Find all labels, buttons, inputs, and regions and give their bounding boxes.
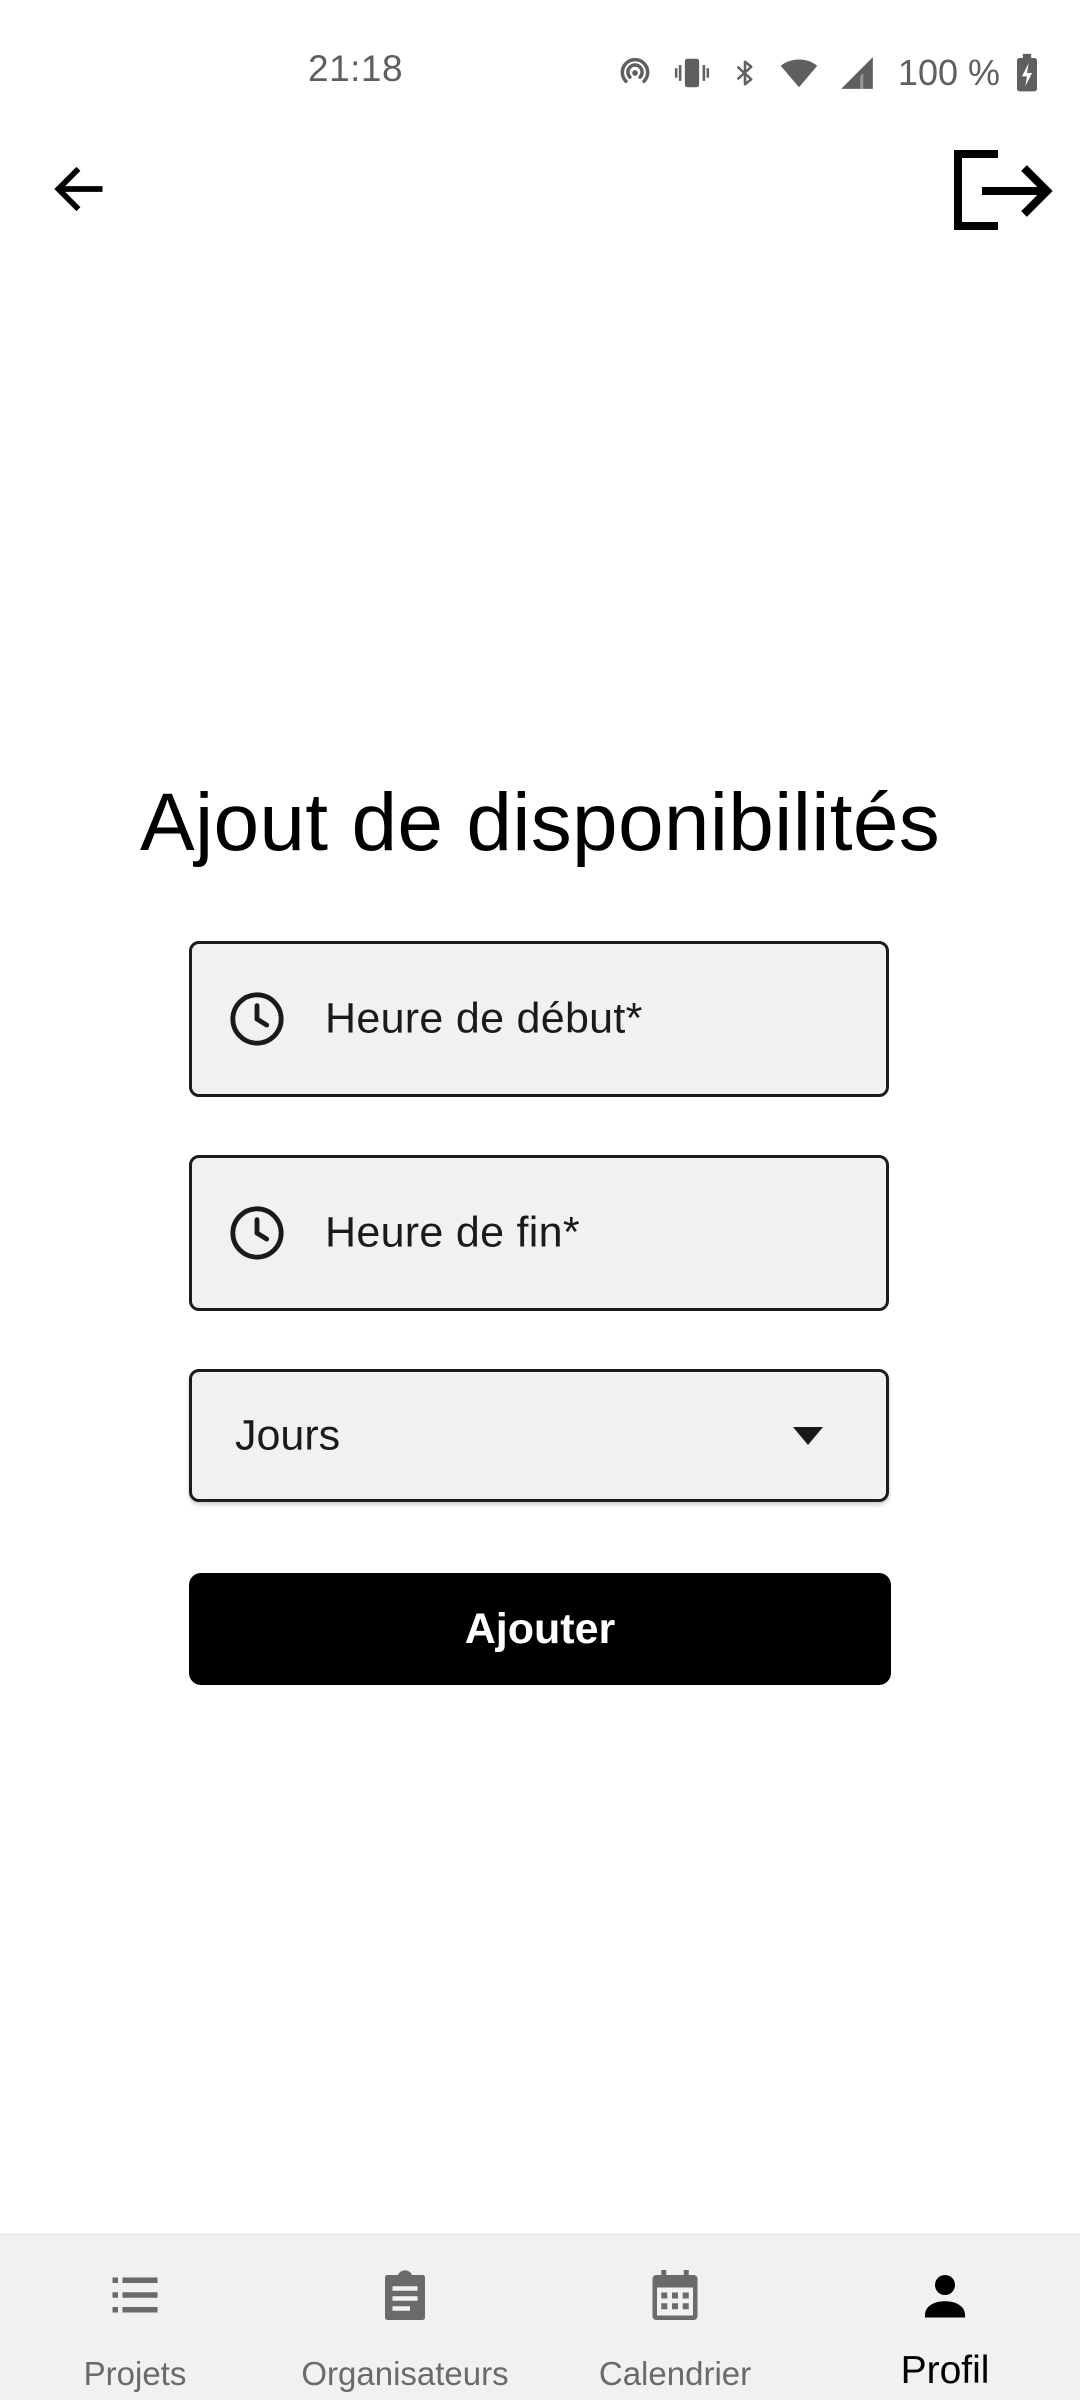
back-button[interactable] bbox=[48, 158, 110, 220]
days-select[interactable]: Jours bbox=[189, 1369, 889, 1502]
clipboard-icon bbox=[385, 2270, 425, 2320]
person-icon bbox=[925, 2275, 965, 2318]
nav-label-projets: Projets bbox=[83, 2355, 187, 2392]
hotspot-icon bbox=[616, 54, 654, 92]
page-title: Ajout de disponibilités bbox=[139, 777, 941, 868]
nav-label-profil: Profil bbox=[900, 2349, 990, 2392]
days-select-value: Jours bbox=[235, 1411, 341, 1459]
logout-button[interactable] bbox=[948, 140, 1058, 240]
screen: 21:18 100 % Ajout de disponibilités Heur… bbox=[0, 0, 1080, 2400]
nav-item-projets[interactable]: Projets bbox=[0, 2235, 270, 2400]
start-time-label: Heure de début* bbox=[325, 994, 643, 1043]
nav-item-profil[interactable]: Profil bbox=[810, 2235, 1080, 2400]
wifi-icon bbox=[778, 54, 820, 92]
end-time-field[interactable]: Heure de fin* bbox=[189, 1155, 889, 1311]
clock-icon bbox=[230, 992, 284, 1046]
end-time-label: Heure de fin* bbox=[325, 1208, 580, 1257]
clock-icon bbox=[230, 1206, 284, 1260]
nav-item-organisateurs[interactable]: Organisateurs bbox=[270, 2235, 540, 2400]
nav-item-calendrier[interactable]: Calendrier bbox=[540, 2235, 810, 2400]
battery-percent: 100 % bbox=[897, 52, 1000, 93]
nav-label-organisateurs: Organisateurs bbox=[301, 2355, 509, 2392]
status-icons: 100 % bbox=[616, 48, 1040, 98]
vibrate-icon bbox=[672, 54, 712, 92]
arrow-left-icon bbox=[54, 166, 103, 212]
add-button[interactable]: Ajouter bbox=[189, 1573, 891, 1685]
start-time-field[interactable]: Heure de début* bbox=[189, 941, 889, 1097]
caret-down-icon bbox=[793, 1426, 823, 1445]
bluetooth-icon bbox=[730, 54, 760, 92]
status-time: 21:18 bbox=[308, 48, 404, 89]
logout-icon bbox=[954, 150, 1053, 230]
nav-label-calendrier: Calendrier bbox=[598, 2355, 752, 2392]
cell-signal-icon bbox=[838, 54, 876, 92]
list-icon bbox=[112, 2277, 158, 2313]
bottom-nav: Projets Organisateurs Calendrier Profil bbox=[0, 2234, 1080, 2400]
battery-charging-icon bbox=[1014, 53, 1040, 93]
status-bar: 21:18 100 % bbox=[0, 0, 1080, 140]
calendar-icon bbox=[652, 2270, 698, 2320]
